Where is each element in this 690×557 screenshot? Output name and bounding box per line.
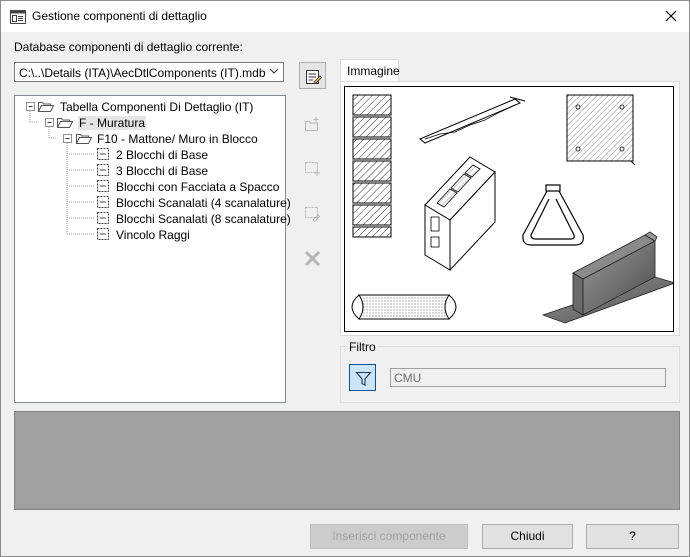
add-component-button[interactable]: [299, 155, 326, 182]
tree-item-label: Blocchi Scanalati (4 scanalature): [116, 196, 291, 210]
chevron-down-icon: [269, 68, 279, 74]
tab-image[interactable]: Immagine: [340, 59, 400, 81]
tree-item-component[interactable]: Blocchi Scanalati (4 scanalature): [15, 195, 291, 211]
insert-component-label: Inserisci componente: [332, 529, 446, 543]
component-tree[interactable]: Tabella Componenti Di Dettaglio (IT) F -…: [14, 95, 291, 403]
tree-item-component[interactable]: Vincolo Raggi: [15, 227, 285, 243]
database-label: Database componenti di dettaglio corrent…: [14, 40, 243, 54]
close-button[interactable]: Chiudi: [482, 524, 573, 549]
filter-legend: Filtro: [348, 340, 377, 354]
tree-item-label: Tabella Componenti Di Dettaglio (IT): [60, 100, 254, 114]
tree-item-component[interactable]: 3 Blocchi di Base: [15, 163, 285, 179]
help-button-label: ?: [629, 529, 636, 543]
add-component-icon: [305, 162, 320, 176]
funnel-icon: [355, 371, 372, 386]
close-icon: [665, 10, 677, 22]
component-preview-image: [344, 86, 677, 332]
window-title: Gestione componenti di dettaglio: [32, 9, 207, 23]
tree-item-component[interactable]: 2 Blocchi di Base: [15, 147, 285, 163]
tree-item-label: 3 Blocchi di Base: [116, 164, 209, 178]
dialog-window: Gestione componenti di dettaglio Databas…: [0, 0, 690, 557]
title-bar: Gestione componenti di dettaglio: [1, 1, 689, 32]
app-icon: [10, 9, 26, 25]
tree-item-label: Blocchi con Facciata a Spacco: [116, 180, 280, 194]
folder-add-icon: [305, 117, 319, 131]
description-area: [14, 411, 680, 510]
tree-item-f10[interactable]: F10 - Mattone/ Muro in Blocco: [15, 131, 285, 147]
edit-database-button[interactable]: [299, 62, 326, 89]
delete-button[interactable]: [299, 245, 326, 272]
close-button-label: Chiudi: [510, 529, 545, 543]
image-tab-panel: [340, 81, 680, 336]
filter-input[interactable]: CMU: [390, 368, 666, 387]
tree-item-muratura[interactable]: F - Muratura: [15, 115, 285, 131]
tab-image-label: Immagine: [347, 64, 400, 78]
tree-item-label: Blocchi Scanalati (8 scanalature): [116, 212, 291, 226]
filter-toggle-button[interactable]: [349, 364, 376, 391]
component-preview-drawing: [351, 94, 677, 324]
tree-item-label: Vincolo Raggi: [116, 228, 190, 242]
database-path: C:\..\Details (ITA)\AecDtlComponents (IT…: [19, 66, 266, 80]
edit-component-icon: [305, 207, 321, 222]
insert-component-button[interactable]: Inserisci componente: [310, 524, 468, 549]
tree-item-label: F - Muratura: [78, 116, 147, 130]
help-button[interactable]: ?: [586, 524, 679, 549]
tree-item-component[interactable]: Blocchi con Facciata a Spacco: [15, 179, 285, 195]
tree-item-label: 2 Blocchi di Base: [116, 148, 209, 162]
edit-database-icon: [306, 70, 322, 85]
edit-component-button[interactable]: [299, 200, 326, 227]
filter-value: CMU: [394, 371, 422, 385]
tree-item-component[interactable]: Blocchi Scanalati (8 scanalature): [15, 211, 291, 227]
database-combobox[interactable]: C:\..\Details (ITA)\AecDtlComponents (IT…: [14, 62, 284, 82]
tree-item-root[interactable]: Tabella Componenti Di Dettaglio (IT): [15, 99, 285, 115]
tree-item-label: F10 - Mattone/ Muro in Blocco: [97, 132, 258, 146]
delete-icon: [304, 250, 321, 267]
open-folder-button[interactable]: [299, 111, 326, 138]
close-window-button[interactable]: [653, 1, 689, 32]
